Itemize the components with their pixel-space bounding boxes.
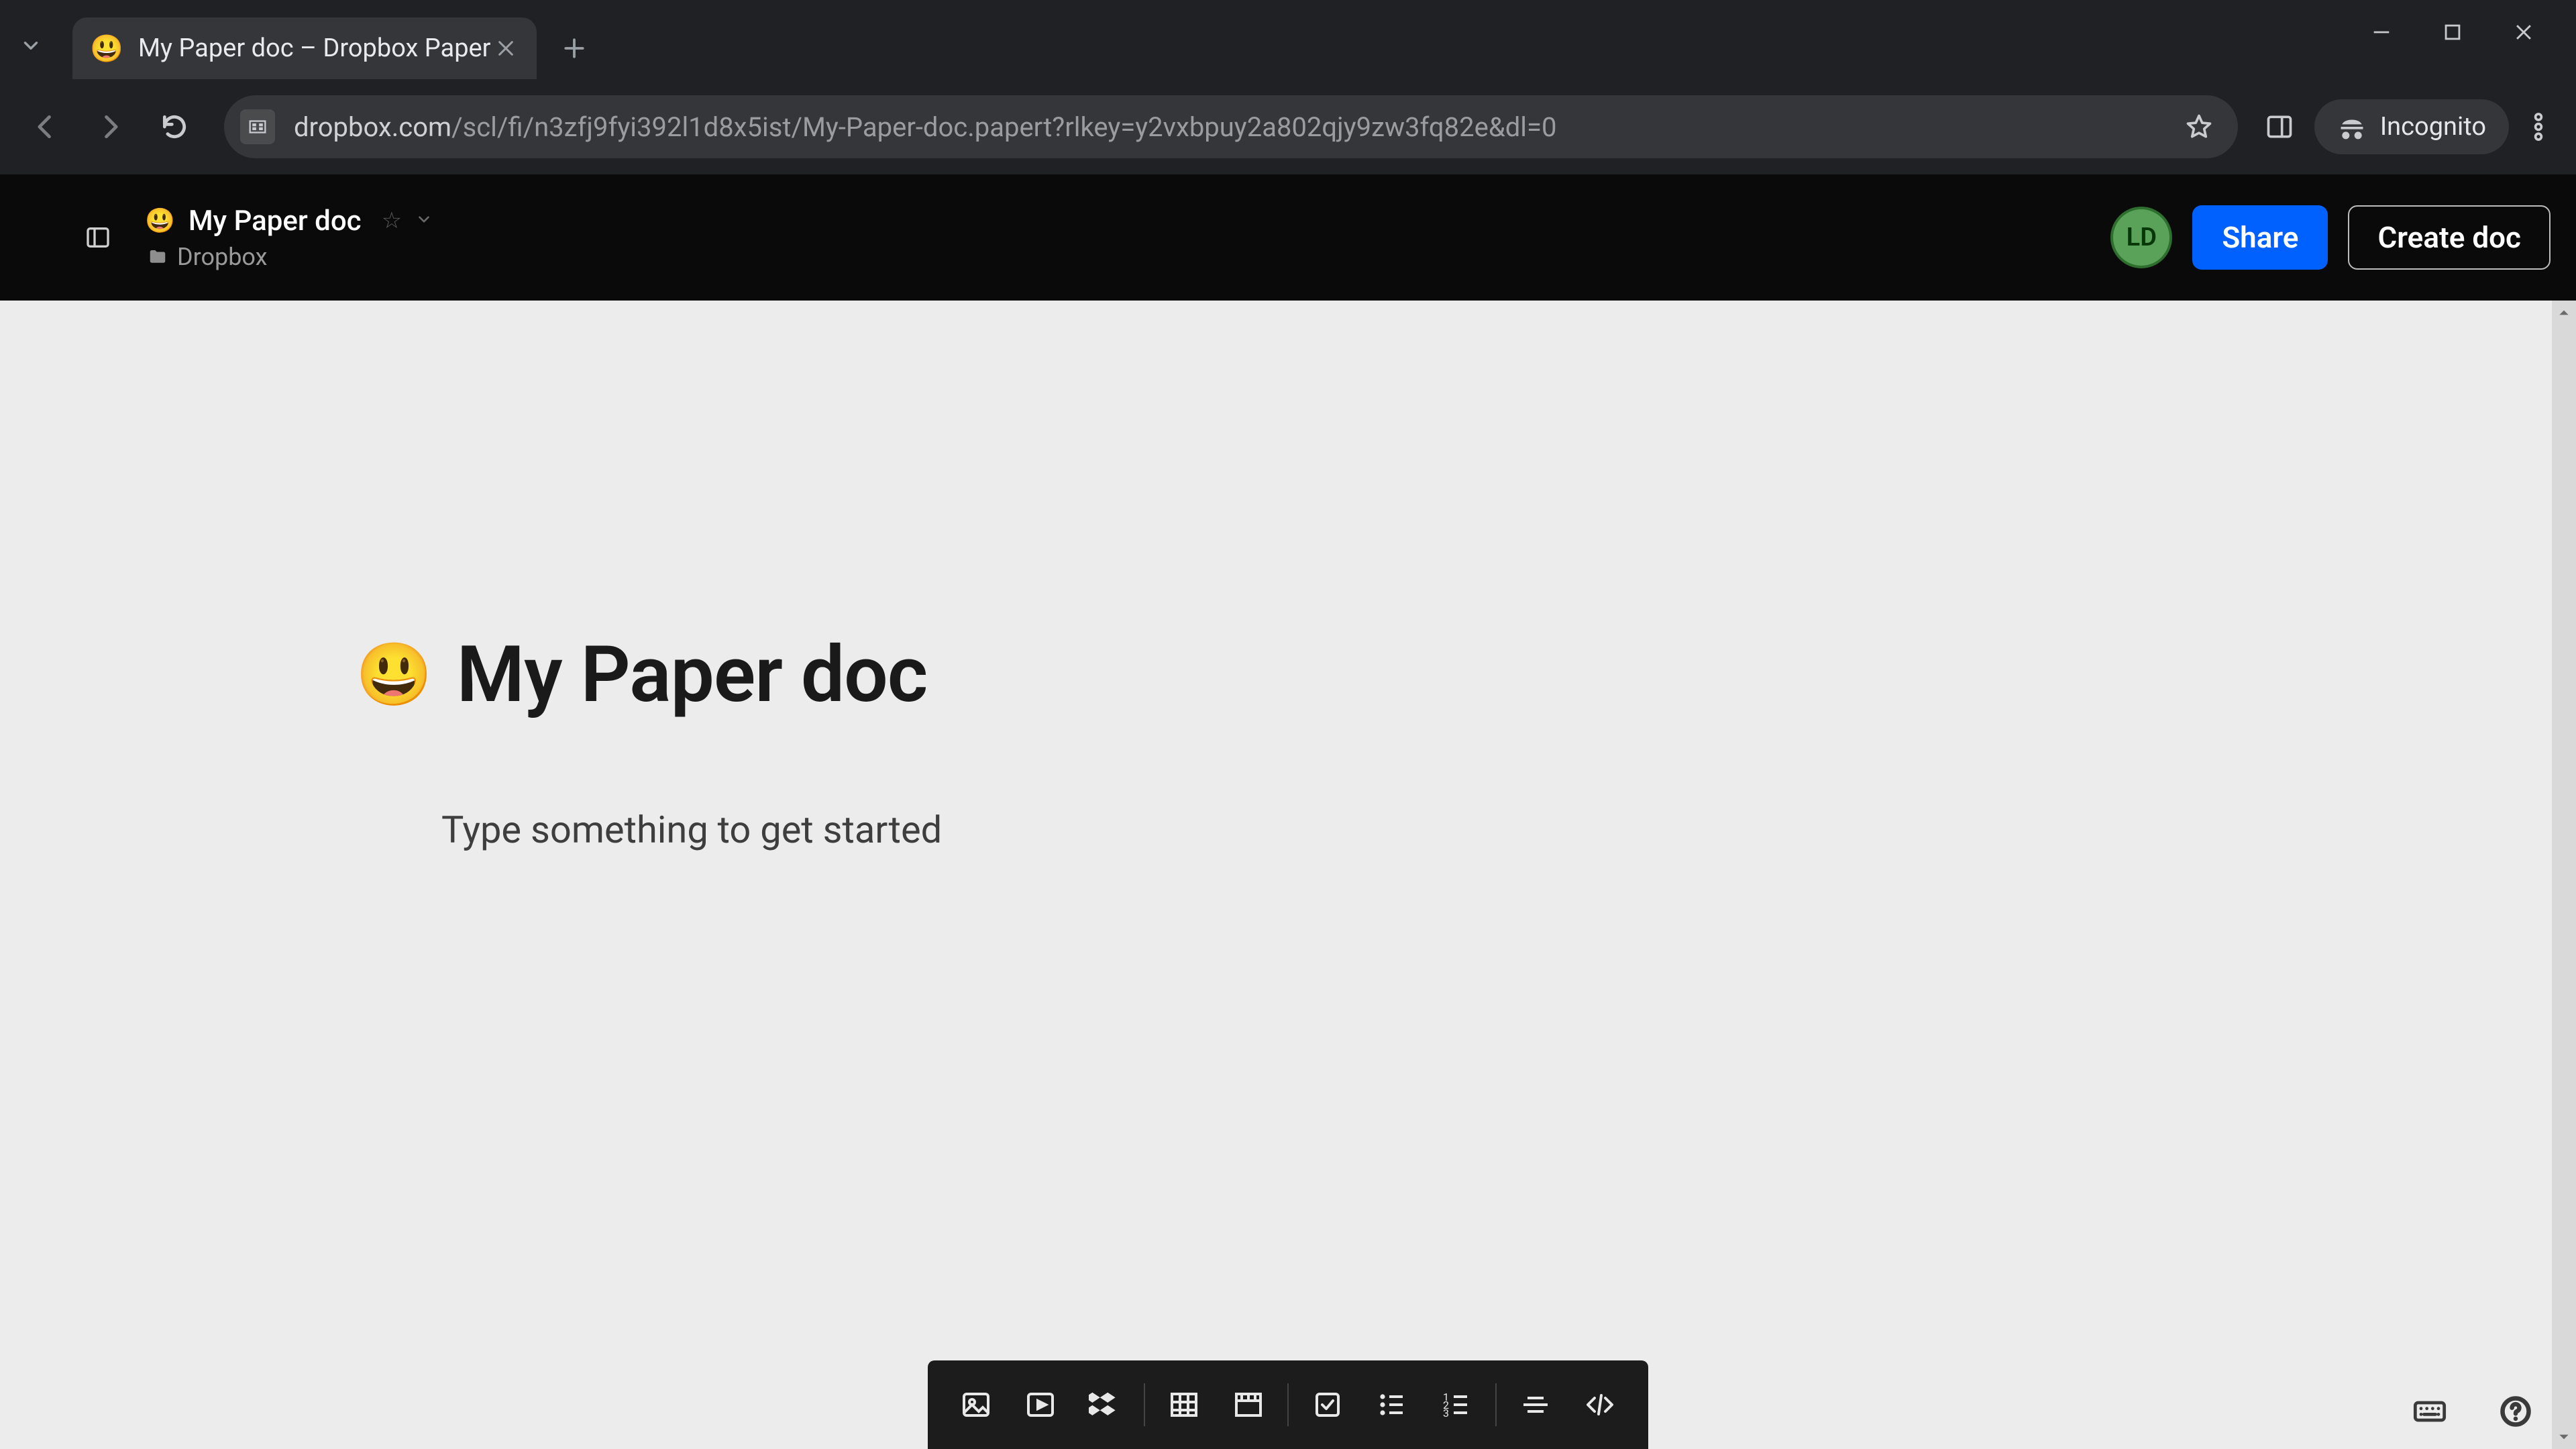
insert-timeline-button[interactable] — [1216, 1377, 1281, 1433]
star-icon[interactable]: ☆ — [382, 207, 402, 234]
insert-checkbox-button[interactable] — [1295, 1377, 1360, 1433]
address-bar[interactable]: dropbox.com/scl/fi/n3zfj9fyi392l1d8x5ist… — [224, 95, 2238, 158]
scroll-up-icon[interactable] — [2552, 301, 2576, 325]
insert-video-button[interactable] — [1008, 1377, 1073, 1433]
doc-header-title[interactable]: My Paper doc — [189, 205, 362, 237]
document-content[interactable]: 😃 My Paper doc Type something to get sta… — [356, 629, 1966, 852]
document-body-placeholder[interactable]: Type something to get started — [441, 808, 1966, 852]
tab-search-button[interactable] — [9, 24, 52, 67]
insert-dropbox-button[interactable] — [1073, 1377, 1137, 1433]
sidebar-toggle-button[interactable] — [79, 219, 117, 256]
nav-forward-button[interactable] — [83, 100, 137, 154]
scroll-down-icon[interactable] — [2552, 1425, 2576, 1449]
nav-back-button[interactable] — [19, 100, 72, 154]
toolbar-divider — [1287, 1383, 1289, 1426]
window-controls — [2367, 17, 2538, 47]
site-info-icon[interactable] — [240, 109, 275, 144]
browser-chrome: 😃 My Paper doc – Dropbox Paper dropbox.c… — [0, 0, 2576, 174]
keyboard-shortcuts-button[interactable] — [2406, 1387, 2454, 1436]
tab-favicon: 😃 — [90, 33, 123, 64]
document-surface: 😃 My Paper doc Type something to get sta… — [0, 301, 2576, 1449]
insert-code-button[interactable] — [1568, 1377, 1632, 1433]
toolbar-divider — [1495, 1383, 1497, 1426]
new-tab-button[interactable] — [547, 21, 601, 75]
tab-close-button[interactable] — [491, 34, 521, 63]
doc-header-menu-caret[interactable] — [415, 211, 433, 231]
folder-icon — [148, 247, 168, 267]
window-close-button[interactable] — [2509, 17, 2538, 47]
create-doc-button[interactable]: Create doc — [2348, 205, 2551, 270]
breadcrumb[interactable]: Dropbox — [177, 243, 267, 271]
incognito-chip[interactable]: Incognito — [2314, 99, 2509, 154]
browser-toolbar: dropbox.com/scl/fi/n3zfj9fyi392l1d8x5ist… — [0, 79, 2576, 174]
insert-bullet-list-button[interactable] — [1360, 1377, 1424, 1433]
avatar[interactable]: LD — [2110, 207, 2172, 268]
side-panel-icon[interactable] — [2261, 108, 2298, 146]
url-text: dropbox.com/scl/fi/n3zfj9fyi392l1d8x5ist… — [294, 111, 1556, 143]
insert-image-button[interactable] — [944, 1377, 1008, 1433]
corner-buttons — [2406, 1387, 2540, 1436]
doc-header-info: 😃 My Paper doc ☆ Dropbox — [145, 205, 433, 271]
vertical-scrollbar[interactable] — [2552, 301, 2576, 1449]
insert-table-button[interactable] — [1152, 1377, 1216, 1433]
svg-text:3: 3 — [1443, 1407, 1449, 1419]
document-title[interactable]: My Paper doc — [457, 629, 928, 720]
toolbar-divider — [1144, 1383, 1145, 1426]
bookmark-star-icon[interactable] — [2180, 108, 2218, 146]
insert-ordered-list-button[interactable]: 123 — [1424, 1377, 1489, 1433]
tab-title: My Paper doc – Dropbox Paper — [138, 34, 491, 63]
doc-header-emoji: 😃 — [145, 207, 175, 235]
tab-strip: 😃 My Paper doc – Dropbox Paper — [0, 0, 2576, 79]
document-title-emoji[interactable]: 😃 — [356, 639, 433, 711]
window-minimize-button[interactable] — [2367, 17, 2396, 47]
insert-toolbar: 123 — [928, 1360, 1648, 1449]
share-button[interactable]: Share — [2192, 205, 2328, 270]
browser-tab-active[interactable]: 😃 My Paper doc – Dropbox Paper — [72, 17, 537, 79]
browser-menu-button[interactable] — [2520, 108, 2557, 146]
nav-reload-button[interactable] — [148, 100, 201, 154]
insert-divider-button[interactable] — [1503, 1377, 1568, 1433]
app-header: 😃 My Paper doc ☆ Dropbox LD Share Create… — [0, 174, 2576, 301]
incognito-label: Incognito — [2380, 112, 2486, 142]
window-maximize-button[interactable] — [2438, 17, 2467, 47]
help-button[interactable] — [2491, 1387, 2540, 1436]
